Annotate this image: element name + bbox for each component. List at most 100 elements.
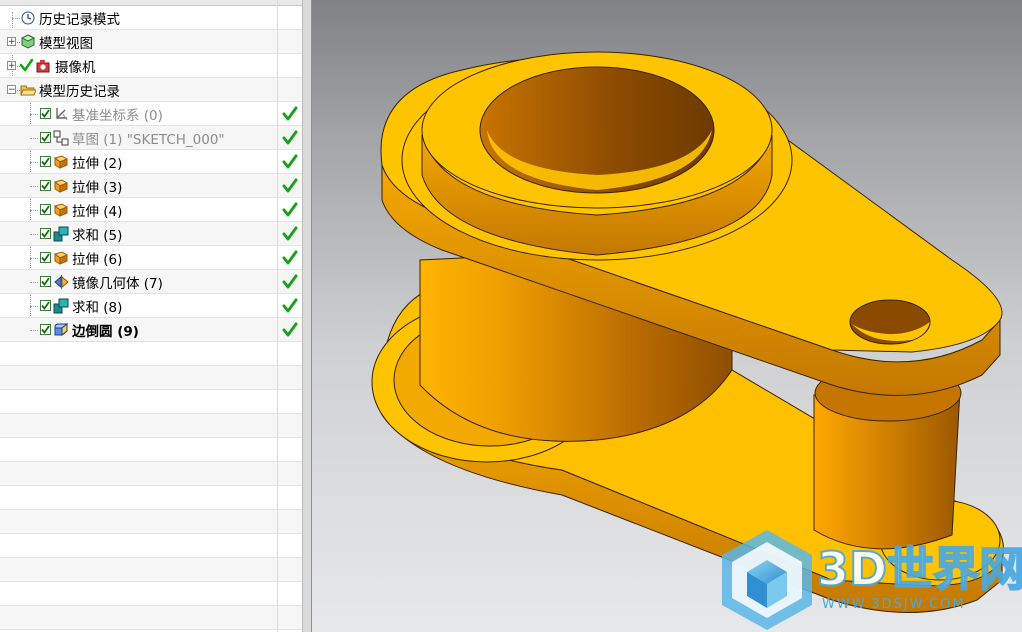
tree-line xyxy=(30,162,38,163)
status-ok-icon xyxy=(282,130,298,146)
status-ok-icon xyxy=(282,298,298,314)
tree-line xyxy=(30,258,38,259)
status-ok-icon xyxy=(282,178,298,194)
sketch-icon xyxy=(53,130,69,146)
node-content: 草图 (1) "SKETCH_000" xyxy=(40,126,225,149)
graphics-viewport[interactable]: 3D世界网 WWW.3DSJW.COM xyxy=(312,0,1022,632)
check-icon[interactable] xyxy=(20,58,33,74)
node-content: 拉伸 (3) xyxy=(40,174,122,197)
node-label: 拉伸 (6) xyxy=(72,251,123,268)
node-label: 求和 (5) xyxy=(72,227,123,244)
folder-open-icon xyxy=(20,82,36,98)
watermark-title: 3D世界网 xyxy=(817,542,1022,596)
status-ok-icon xyxy=(282,250,298,266)
node-label: 历史记录模式 xyxy=(39,11,120,28)
empty-row xyxy=(0,486,302,510)
model-render: 3D世界网 WWW.3DSJW.COM xyxy=(371,51,1022,630)
unite-icon xyxy=(53,298,69,314)
extrude-icon xyxy=(53,178,69,194)
history-feature-row[interactable]: 拉伸 (6) xyxy=(0,246,302,270)
status-ok-icon xyxy=(282,106,298,122)
tree-node[interactable]: + 摄像机 xyxy=(0,54,302,78)
node-content: 拉伸 (6) xyxy=(40,246,122,269)
empty-row xyxy=(0,390,302,414)
empty-row xyxy=(0,462,302,486)
expand-toggle[interactable]: + xyxy=(7,61,16,71)
empty-row xyxy=(0,606,302,630)
history-feature-row[interactable]: 拉伸 (2) xyxy=(0,150,302,174)
node-content: 基准坐标系 (0) xyxy=(40,102,163,125)
history-feature-row[interactable]: 拉伸 (4) xyxy=(0,198,302,222)
visibility-checkbox[interactable] xyxy=(40,132,51,143)
clock-icon xyxy=(20,10,36,26)
visibility-checkbox[interactable] xyxy=(40,324,51,335)
extrude-icon xyxy=(53,202,69,218)
visibility-checkbox[interactable] xyxy=(40,108,51,119)
node-content: 求和 (5) xyxy=(40,222,122,245)
node-content: 模型视图 xyxy=(20,30,93,53)
tree-line xyxy=(30,138,38,139)
visibility-checkbox[interactable] xyxy=(40,204,51,215)
node-content: 拉伸 (4) xyxy=(40,198,122,221)
visibility-checkbox[interactable] xyxy=(40,276,51,287)
model-view-icon xyxy=(20,34,36,50)
history-feature-row[interactable]: 拉伸 (3) xyxy=(0,174,302,198)
history-feature-row[interactable]: 基准坐标系 (0) xyxy=(0,102,302,126)
visibility-checkbox[interactable] xyxy=(40,156,51,167)
visibility-checkbox[interactable] xyxy=(40,228,51,239)
tree-line xyxy=(30,330,38,331)
node-content: 摄像机 xyxy=(20,54,96,77)
node-label: 基准坐标系 (0) xyxy=(72,107,163,124)
history-feature-row[interactable]: 求和 (5) xyxy=(0,222,302,246)
history-feature-row[interactable]: 边倒圆 (9) xyxy=(0,318,302,342)
tree-node[interactable]: − 模型历史记录 xyxy=(0,78,302,102)
unite-icon xyxy=(53,226,69,242)
node-content: 求和 (8) xyxy=(40,294,122,317)
status-ok-icon xyxy=(282,322,298,338)
history-feature-row[interactable]: 草图 (1) "SKETCH_000" xyxy=(0,126,302,150)
camera-icon xyxy=(36,58,52,74)
mirror-geometry-icon xyxy=(53,274,69,290)
history-feature-row[interactable]: 镜像几何体 (7) xyxy=(0,270,302,294)
edge-blend-icon xyxy=(53,322,69,338)
tree-line xyxy=(30,114,38,115)
status-ok-icon xyxy=(282,274,298,290)
node-content: 镜像几何体 (7) xyxy=(40,270,163,293)
node-content: 边倒圆 (9) xyxy=(40,318,139,341)
empty-row xyxy=(0,582,302,606)
empty-row xyxy=(0,558,302,582)
visibility-checkbox[interactable] xyxy=(40,300,51,311)
empty-row xyxy=(0,510,302,534)
empty-row xyxy=(0,342,302,366)
tree-node[interactable]: + 模型视图 xyxy=(0,30,302,54)
expand-toggle[interactable]: + xyxy=(7,37,16,47)
part-navigator: 历史记录模式 + 模型视图 + 摄像机 − 模型历史记录 基准坐标系 (0) 草图 (1) "S… xyxy=(0,0,303,632)
tree-line xyxy=(30,186,38,187)
node-content: 拉伸 (2) xyxy=(40,150,122,173)
node-label: 边倒圆 (9) xyxy=(72,323,139,340)
collapse-toggle[interactable]: − xyxy=(7,85,16,95)
visibility-checkbox[interactable] xyxy=(40,180,51,191)
extrude-icon xyxy=(53,250,69,266)
status-ok-icon xyxy=(282,154,298,170)
visibility-checkbox[interactable] xyxy=(40,252,51,263)
node-content: 模型历史记录 xyxy=(20,78,120,101)
node-label: 模型视图 xyxy=(39,35,93,52)
node-label: 镜像几何体 (7) xyxy=(72,275,163,292)
empty-row xyxy=(0,414,302,438)
tree-line xyxy=(30,210,38,211)
panel-splitter[interactable] xyxy=(302,0,312,632)
tree-node[interactable]: 历史记录模式 xyxy=(0,6,302,30)
status-ok-icon xyxy=(282,226,298,242)
extrude-icon xyxy=(53,154,69,170)
column-separator xyxy=(277,0,278,632)
node-label: 求和 (8) xyxy=(72,299,123,316)
node-label: 草图 (1) "SKETCH_000" xyxy=(72,131,225,148)
node-label: 拉伸 (4) xyxy=(72,203,123,220)
history-feature-row[interactable]: 求和 (8) xyxy=(0,294,302,318)
empty-row xyxy=(0,366,302,390)
datum-csys-icon xyxy=(53,106,69,122)
node-content: 历史记录模式 xyxy=(20,6,120,29)
node-label: 拉伸 (3) xyxy=(72,179,123,196)
watermark-url: WWW.3DSJW.COM xyxy=(822,597,966,612)
